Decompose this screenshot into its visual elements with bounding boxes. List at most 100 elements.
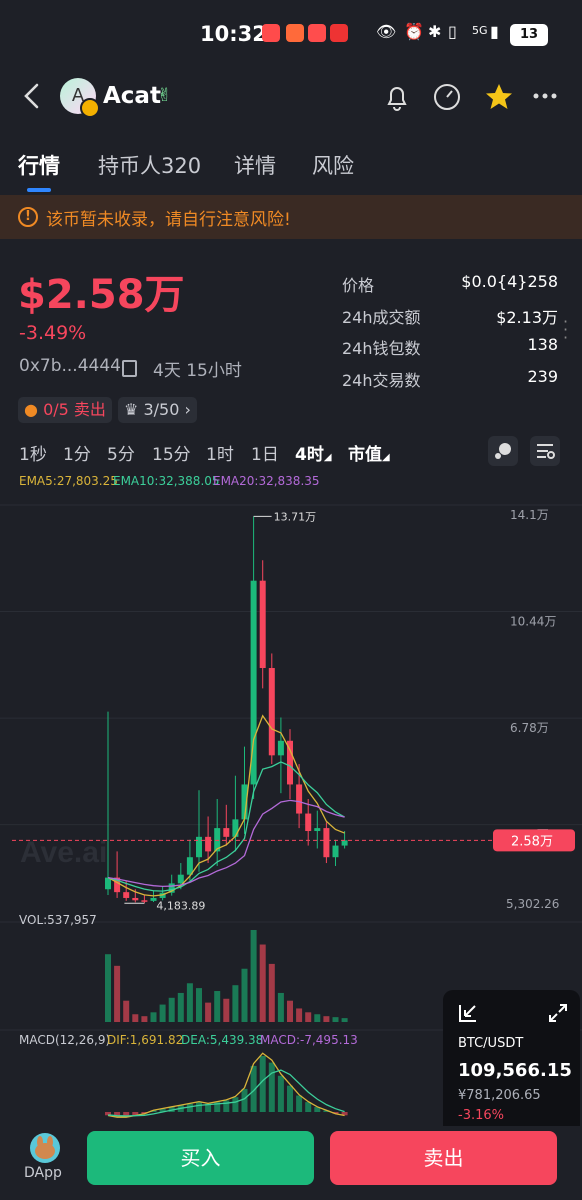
notification-app-icon xyxy=(286,24,304,42)
current-price-label: 2.58万 xyxy=(511,834,553,849)
bell-button[interactable] xyxy=(382,82,412,112)
volume-bar xyxy=(123,1000,130,1022)
volume-bar xyxy=(323,1016,330,1022)
volume-bar xyxy=(232,985,239,1022)
back-button[interactable] xyxy=(22,82,42,118)
macd-bar xyxy=(241,1088,248,1112)
watermark: Ave.ai xyxy=(20,836,107,869)
y-axis-label: 14.1万 xyxy=(510,508,549,522)
tab-holders[interactable]: 持币人320 xyxy=(98,150,201,180)
gauge-icon xyxy=(434,84,460,110)
volume-bar xyxy=(214,991,221,1022)
minimize-icon[interactable] xyxy=(457,1002,479,1028)
sell-label: 卖出 xyxy=(73,400,106,419)
volume-bar xyxy=(287,1000,293,1022)
macd-bar xyxy=(305,1102,312,1112)
copy-icon[interactable] xyxy=(122,360,137,377)
volume-bar xyxy=(241,968,248,1022)
tf-5m[interactable]: 5分 xyxy=(107,440,135,465)
volume-bar xyxy=(341,1018,348,1022)
tab-details[interactable]: 详情 xyxy=(234,150,276,180)
candle-body xyxy=(332,845,339,858)
tf-1d[interactable]: 1日 xyxy=(251,440,279,465)
ema20-label: EMA20:32,838.35 xyxy=(213,474,320,488)
tf-1s[interactable]: 1秒 xyxy=(19,440,47,465)
volume-bar xyxy=(314,1014,321,1022)
warning-icon: ! xyxy=(18,207,38,227)
network-label: 5G xyxy=(472,24,488,37)
expand-icon[interactable] xyxy=(547,1002,569,1028)
contract-address: 0x7b...4444 xyxy=(19,356,121,376)
candle-body xyxy=(223,828,230,837)
sell-button[interactable]: 卖出 xyxy=(330,1131,557,1185)
btc-price: 109,566.15 xyxy=(458,1060,572,1081)
candle-body xyxy=(177,874,184,884)
sell-tax-chip[interactable]: ● 0/5 卖出 xyxy=(18,397,112,423)
volume-bar xyxy=(332,1017,339,1022)
volume-bar xyxy=(168,997,175,1022)
volume-bar xyxy=(114,965,121,1022)
stat-value-wallets: 138 xyxy=(527,335,558,354)
stat-value-trades: 239 xyxy=(527,367,558,386)
vibrate-icon: ▯ xyxy=(448,22,457,41)
btc-ticker-card[interactable]: BTC/USDT 109,566.15 ¥781,206.65 -3.16% xyxy=(443,990,580,1138)
volume-bar xyxy=(259,944,266,1022)
crown-chip[interactable]: ♛ 3/50 › xyxy=(118,397,197,423)
star-icon xyxy=(486,84,512,109)
tf-1m[interactable]: 1分 xyxy=(63,440,91,465)
status-time: 10:32 xyxy=(200,22,267,46)
more-vertical-icon[interactable]: · · · xyxy=(563,314,568,346)
y-axis-label: 6.78万 xyxy=(510,721,549,735)
candle-body xyxy=(205,836,212,852)
signal-icon: ▮ xyxy=(490,22,499,41)
volume-bar xyxy=(141,1016,148,1022)
favorite-button[interactable] xyxy=(484,82,514,112)
taobao-icon xyxy=(308,24,326,42)
chevron-left-icon xyxy=(24,83,39,109)
dea-label: DEA:5,439.38 xyxy=(181,1033,264,1047)
tf-1h[interactable]: 1时 xyxy=(206,440,234,465)
candle-body xyxy=(259,580,266,669)
dif-label: DIF:1,691.82 xyxy=(107,1033,184,1047)
candle-body xyxy=(277,740,284,756)
tab-risk[interactable]: 风险 xyxy=(312,150,354,180)
candle-body xyxy=(341,840,348,846)
market-cap-value: $2.58万 xyxy=(18,272,185,318)
battery-icon: 13 xyxy=(510,24,548,46)
message-app-icon xyxy=(330,24,348,42)
indicator-button[interactable] xyxy=(488,436,518,466)
dapp-icon[interactable] xyxy=(30,1133,60,1163)
candle-body xyxy=(141,900,148,902)
macd-bar xyxy=(232,1097,239,1112)
token-age: 4天 15小时 xyxy=(153,361,242,381)
volume-bar xyxy=(250,930,257,1022)
candle-body xyxy=(314,828,321,832)
y-axis-label: 10.44万 xyxy=(510,615,556,629)
candle-body xyxy=(323,828,330,858)
candle-body xyxy=(232,819,239,837)
tf-15m[interactable]: 15分 xyxy=(152,440,191,465)
warning-text: 该币暂未收录，请自行注意风险! xyxy=(46,210,291,230)
coin-name: Acat xyxy=(103,83,161,109)
tf-4h[interactable]: 4时◢ xyxy=(295,440,332,465)
y-axis-label: 5,302.26 xyxy=(506,897,559,911)
macd-bar xyxy=(287,1085,293,1112)
tf-mcap-label: 市值 xyxy=(348,445,382,465)
stat-value-volume: $2.13万 xyxy=(496,308,558,327)
dropdown-icon: ◢ xyxy=(323,452,332,463)
ema5-label: EMA5:27,803.25 xyxy=(19,474,118,488)
buy-button[interactable]: 买入 xyxy=(87,1131,314,1185)
more-button[interactable] xyxy=(532,88,562,118)
candle-body xyxy=(268,668,275,756)
volume-bar xyxy=(196,988,202,1022)
volume-bar xyxy=(296,1008,303,1022)
chevron-right-icon: › xyxy=(184,400,191,419)
dapp-label[interactable]: DApp xyxy=(24,1165,62,1181)
low-label: 4,183.89 xyxy=(156,899,205,912)
volume-bar xyxy=(105,954,111,1022)
gauge-button[interactable] xyxy=(432,82,462,112)
chart-settings-button[interactable] xyxy=(530,436,560,466)
btc-cny: ¥781,206.65 xyxy=(458,1088,541,1103)
tf-mcap[interactable]: 市值◢ xyxy=(348,440,390,465)
tab-market[interactable]: 行情 xyxy=(18,150,60,180)
